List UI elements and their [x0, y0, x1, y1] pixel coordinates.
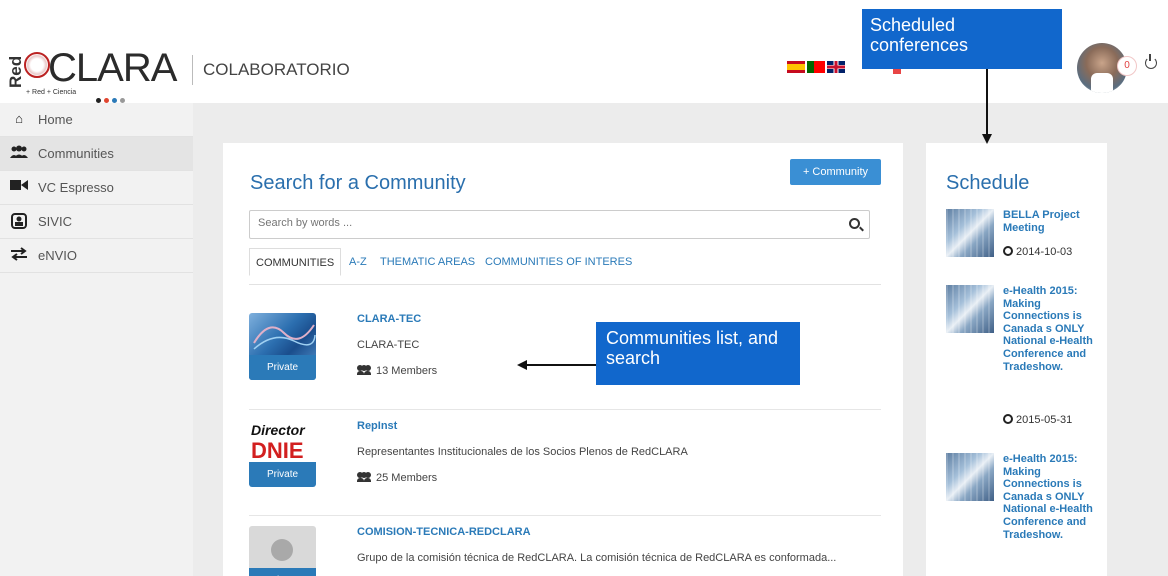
community-description: Representantes Institucionales de los So…	[357, 446, 688, 458]
search-input[interactable]	[258, 217, 818, 229]
sidebar-item-label: VC Espresso	[38, 180, 114, 195]
community-thumbnail[interactable]: Director DNIE Private	[249, 420, 316, 487]
app-root: Red CLARA + Red + Ciencia COLABORATORIO …	[0, 0, 1168, 576]
community-name[interactable]: COMISION-TECNICA-REDCLARA	[357, 526, 531, 538]
schedule-event[interactable]: e-Health 2015: Making Connections is Can…	[946, 453, 1096, 576]
search-box[interactable]	[249, 210, 870, 239]
clock-icon	[1003, 246, 1013, 256]
sidebar-item-envio[interactable]: eNVIO	[0, 239, 193, 273]
uk-flag-icon[interactable]	[827, 60, 845, 73]
logo-red-text: Red	[6, 55, 25, 88]
sidebar: ⌂ Home Communities VC Espresso SIVIC eNV…	[0, 103, 193, 576]
event-date: 2014-10-03	[1003, 246, 1072, 258]
notification-badge[interactable]: 0	[1117, 56, 1137, 76]
list-item[interactable]: Director DNIE Private RepInst Representa…	[249, 420, 881, 490]
tab-thematic-areas[interactable]: THEMATIC AREAS	[380, 248, 475, 276]
callout-arrow	[526, 364, 596, 366]
event-thumbnail[interactable]	[946, 285, 994, 333]
community-name[interactable]: CLARA-TEC	[357, 313, 421, 325]
transfer-icon	[10, 247, 28, 263]
callout-arrow	[986, 69, 988, 136]
schedule-title: Schedule	[946, 172, 1030, 194]
sivic-icon	[10, 213, 28, 229]
add-community-button[interactable]: + Community	[790, 159, 881, 185]
private-badge: Private	[249, 462, 316, 487]
event-title[interactable]: e-Health 2015: Making Connections is Can…	[1003, 285, 1099, 373]
tab-a-z[interactable]: A-Z	[349, 248, 367, 276]
power-icon[interactable]	[1145, 54, 1157, 69]
schedule-event[interactable]: BELLA Project Meeting 2014-10-03	[946, 209, 1096, 269]
page-title: Search for a Community	[250, 172, 466, 194]
community-description: Grupo de la comisión técnica de RedCLARA…	[357, 552, 837, 564]
community-members: 13 Members	[357, 365, 437, 377]
tab-communities[interactable]: COMMUNITIES	[249, 248, 342, 276]
sidebar-item-label: Home	[38, 112, 73, 127]
event-title[interactable]: BELLA Project Meeting	[1003, 209, 1099, 234]
event-thumbnail[interactable]	[946, 209, 994, 257]
community-thumbnail[interactable]: Private	[249, 526, 316, 576]
sidebar-item-vc-espresso[interactable]: VC Espresso	[0, 171, 193, 205]
callout-arrow-head	[517, 360, 527, 370]
event-thumbnail[interactable]	[946, 453, 994, 501]
sidebar-item-communities[interactable]: Communities	[0, 137, 193, 171]
svg-text:DNIE: DNIE	[251, 438, 304, 462]
es-flag-icon[interactable]	[787, 60, 805, 73]
logo-seal-icon	[24, 52, 50, 78]
scheduled-conferences-callout: Scheduled conferences	[862, 9, 1062, 69]
private-badge: Private	[249, 355, 316, 380]
video-camera-icon	[10, 179, 28, 195]
users-icon	[357, 365, 372, 375]
community-thumbnail[interactable]: Private	[249, 313, 316, 380]
logo-clara-text: CLARA	[48, 46, 177, 90]
row-divider	[249, 515, 881, 516]
schedule-event[interactable]: e-Health 2015: Making Connections is Can…	[946, 285, 1096, 435]
list-item[interactable]: Private COMISION-TECNICA-REDCLARA Grupo …	[249, 526, 881, 576]
logo-tagline: + Red + Ciencia	[26, 89, 77, 96]
sidebar-item-sivic[interactable]: SIVIC	[0, 205, 193, 239]
redclara-logo[interactable]: Red CLARA + Red + Ciencia	[6, 44, 177, 103]
tabs-divider	[249, 284, 881, 285]
private-badge: Private	[249, 568, 316, 576]
event-title[interactable]: e-Health 2015: Making Connections is Can…	[1003, 453, 1099, 541]
sidebar-item-label: Communities	[38, 146, 114, 161]
communities-list-callout: Communities list, and search	[596, 322, 800, 385]
community-description: CLARA-TEC	[357, 339, 420, 351]
header-divider	[192, 55, 193, 85]
event-date: 2015-05-31	[1003, 414, 1072, 426]
svg-text:Director: Director	[251, 422, 306, 438]
callout-arrow-head	[982, 134, 992, 144]
pt-flag-icon[interactable]	[807, 60, 825, 73]
community-members: 25 Members	[357, 472, 437, 484]
app-title: COLABORATORIO	[203, 60, 350, 79]
tab-communities-of-interes[interactable]: COMMUNITIES OF INTERES	[485, 248, 632, 276]
sidebar-item-home[interactable]: ⌂ Home	[0, 103, 193, 137]
language-selector	[787, 58, 847, 76]
sidebar-item-label: eNVIO	[38, 248, 78, 263]
row-divider	[249, 409, 881, 410]
clock-icon	[1003, 414, 1013, 424]
director-dnie-image: Director DNIE	[251, 422, 306, 462]
search-icon[interactable]	[849, 218, 860, 229]
sidebar-item-label: SIVIC	[38, 214, 72, 229]
users-icon	[10, 145, 28, 161]
users-icon	[357, 472, 372, 482]
community-name[interactable]: RepInst	[357, 420, 397, 432]
home-icon: ⌂	[15, 111, 23, 126]
